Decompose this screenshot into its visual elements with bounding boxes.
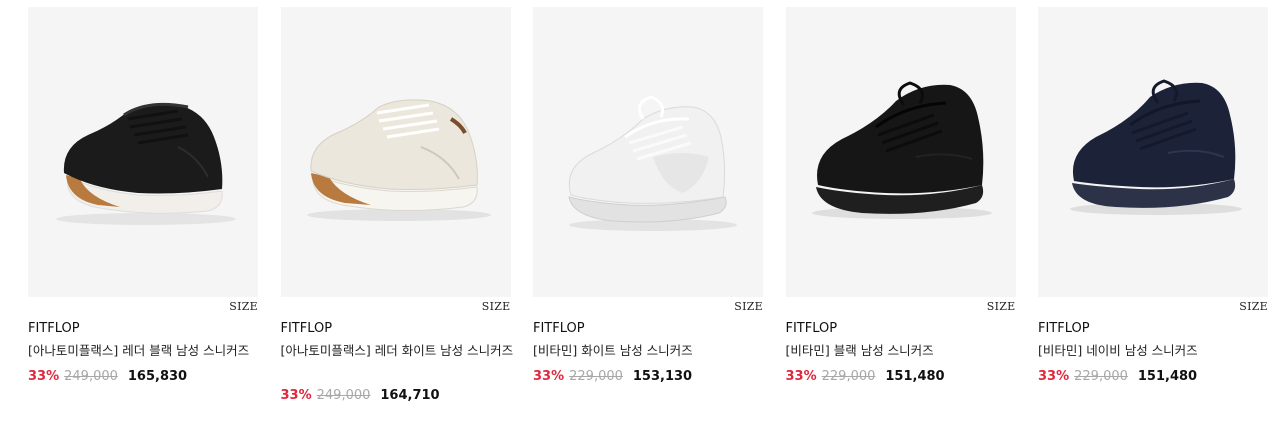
product-brand: FITFLOP [280, 321, 333, 336]
discount-rate: 33% [785, 369, 817, 384]
discount-rate: 33% [280, 388, 312, 403]
original-price: 249,000 [64, 369, 118, 384]
product-brand: FITFLOP [28, 321, 80, 336]
sale-price: 151,480 [885, 369, 945, 384]
sale-price: 164,710 [380, 388, 440, 403]
original-price: 229,000 [1074, 369, 1128, 384]
price-row: 33% 229,000 151,480 [786, 369, 945, 384]
sneaker-image-white-leather [306, 99, 491, 221]
sale-price: 153,130 [632, 369, 693, 384]
product-image[interactable] [1038, 7, 1268, 297]
discount-rate: 33% [1038, 369, 1070, 384]
product-card[interactable]: SIZE FITFLOP [비타민] 네이비 남성 스니커즈 33% 229,00… [1038, 7, 1268, 384]
product-brand: FITFLOP [785, 321, 838, 336]
size-label[interactable]: SIZE [1239, 300, 1268, 313]
product-grid: SIZE FITFLOP [아나토미플랙스] 레더 블랙 남성 스니커즈 33%… [28, 7, 1274, 403]
product-card[interactable]: SIZE FITFLOP [아나토미플랙스] 레더 화이트 남성 스니커즈 33… [280, 7, 513, 403]
product-name[interactable]: [비타민] 네이비 남성 스니커즈 [1038, 341, 1274, 361]
sale-price: 151,480 [1137, 369, 1198, 384]
sneaker-image-white-knit [568, 95, 737, 231]
product-image[interactable] [280, 7, 511, 297]
price-row: 33% 229,000 151,480 [1038, 369, 1197, 384]
size-label[interactable]: SIZE [734, 300, 763, 313]
original-price: 229,000 [569, 369, 623, 384]
sneaker-image-navy-knit [1070, 79, 1242, 215]
price-row: 33% 229,000 153,130 [533, 369, 692, 384]
product-card[interactable]: SIZE FITFLOP [비타민] 화이트 남성 스니커즈 33% 229,00… [533, 7, 763, 384]
price-row: 33% 249,000 164,710 [281, 388, 440, 403]
price-row: 33% 249,000 165,830 [28, 369, 187, 384]
product-name[interactable]: [비타민] 블랙 남성 스니커즈 [786, 341, 1022, 361]
sneaker-image-black-leather [56, 102, 236, 225]
product-card[interactable]: SIZE FITFLOP [비타민] 블랙 남성 스니커즈 33% 229,000… [785, 7, 1016, 384]
original-price: 229,000 [821, 369, 876, 384]
product-card[interactable]: SIZE FITFLOP [아나토미플랙스] 레더 블랙 남성 스니커즈 33%… [28, 7, 258, 384]
size-label[interactable]: SIZE [987, 300, 1016, 313]
sale-price: 165,830 [127, 369, 188, 384]
product-image[interactable] [28, 7, 258, 297]
original-price: 249,000 [316, 388, 371, 403]
product-image[interactable] [785, 7, 1016, 297]
product-brand: FITFLOP [1038, 321, 1090, 336]
product-name[interactable]: [비타민] 화이트 남성 스니커즈 [533, 341, 769, 361]
product-image[interactable] [533, 7, 763, 297]
size-label[interactable]: SIZE [229, 300, 258, 313]
product-brand: FITFLOP [533, 321, 585, 336]
size-label[interactable]: SIZE [482, 300, 511, 313]
product-name[interactable]: [아나토미플랙스] 레더 화이트 남성 스니커즈 [281, 341, 517, 361]
product-name[interactable]: [아나토미플랙스] 레더 블랙 남성 스니커즈 [28, 341, 264, 361]
sneaker-image-black-knit [811, 81, 992, 219]
discount-rate: 33% [28, 369, 60, 384]
discount-rate: 33% [533, 369, 565, 384]
